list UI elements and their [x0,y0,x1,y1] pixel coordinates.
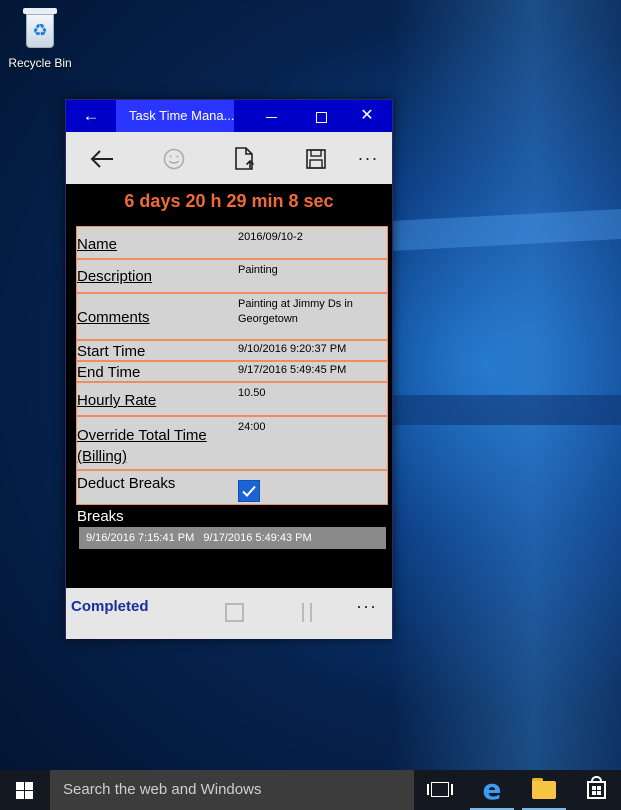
store-taskbar-button[interactable] [570,770,621,810]
save-button[interactable] [292,132,340,184]
recycle-bin-label: Recycle Bin [8,56,72,70]
deduct-breaks-label: Deduct Breaks [77,475,176,492]
windows-logo-icon [16,782,33,799]
wallpaper-light-beam [390,208,621,252]
window-title: Task Time Mana... [116,100,234,132]
app-window: ← Task Time Mana... ✕ ··· 6 days 20 h 29… [65,99,393,639]
complete-checkbox-button[interactable] [225,603,244,622]
upload-button[interactable] [221,132,269,184]
field-row-hourly-rate: Hourly Rate 10.50 [77,383,387,417]
hourly-rate-label[interactable]: Hourly Rate [77,392,156,409]
start-button[interactable] [0,770,50,810]
field-row-description: Description Painting [77,260,387,294]
field-row-start-time: Start Time 9/10/2016 9:20:37 PM [77,341,387,362]
command-bar: ··· [66,132,392,184]
field-row-comments: Comments Painting at Jimmy Ds in Georget… [77,294,387,341]
taskbar-search-box[interactable]: Search the web and Windows [50,770,414,810]
arrow-left-icon: ← [82,106,100,125]
minimize-button[interactable] [246,100,296,132]
hourly-rate-value[interactable]: 10.50 [238,386,383,401]
wallpaper-shadow-band [390,395,621,425]
arrow-left-icon [90,150,113,168]
more-button[interactable]: ··· [344,132,392,184]
start-time-value[interactable]: 9/10/2016 9:20:37 PM [238,342,383,357]
break-start: 9/16/2016 7:15:41 PM [86,532,195,544]
back-button[interactable] [78,132,126,184]
smile-button[interactable] [150,132,198,184]
more-icon: ··· [356,596,377,616]
end-time-label: End Time [77,364,141,381]
comments-label[interactable]: Comments [77,309,150,326]
maximize-button[interactable] [296,100,346,132]
task-form: Name 2016/09/10-2 Description Painting C… [76,226,388,505]
field-row-name: Name 2016/09/10-2 [77,227,387,260]
comments-value[interactable]: Painting at Jimmy Ds in Georgetown [238,297,383,327]
field-row-deduct-breaks: Deduct Breaks [77,471,387,505]
wallpaper-light-beam [390,0,621,770]
title-bar: ← Task Time Mana... ✕ [66,100,392,132]
name-value[interactable]: 2016/09/10-2 [238,230,383,245]
save-icon [306,149,326,169]
maximize-icon [315,111,327,123]
smile-icon [163,148,185,170]
override-total-time-value[interactable]: 24:00 [238,420,383,435]
pause-button[interactable] [302,603,312,622]
status-label: Completed [71,598,149,615]
start-time-label: Start Time [77,343,146,360]
minimize-icon [265,116,277,118]
deduct-breaks-checkbox[interactable] [238,480,260,502]
taskbar: Search the web and Windows e [0,770,621,810]
title-back-button[interactable]: ← [66,100,116,132]
bottom-app-bar: Completed ··· [66,588,392,639]
more-icon: ··· [357,148,379,168]
edge-taskbar-button[interactable]: e [466,770,518,810]
task-view-button[interactable] [414,770,466,810]
recycle-bin-icon: ♻ [22,6,58,50]
description-label[interactable]: Description [77,268,152,285]
upload-file-icon [235,147,255,170]
close-icon: ✕ [360,107,374,124]
field-row-override-total-time: Override Total Time (Billing) 24:00 [77,417,387,471]
description-value[interactable]: Painting [238,263,383,278]
break-list-item[interactable]: 9/16/2016 7:15:41 PM 9/17/2016 5:49:43 P… [79,527,386,549]
edge-browser-icon: e [482,773,502,806]
checkmark-icon [242,485,256,497]
field-row-end-time: End Time 9/17/2016 5:49:45 PM [77,362,387,383]
break-end: 9/17/2016 5:49:43 PM [203,532,312,544]
close-button[interactable]: ✕ [342,100,392,132]
name-label[interactable]: Name [77,236,117,253]
elapsed-timer: 6 days 20 h 29 min 8 sec [124,191,334,211]
file-explorer-taskbar-button[interactable] [518,770,570,810]
override-total-time-label[interactable]: Override Total Time (Billing) [77,425,227,467]
breaks-title: Breaks [77,508,124,525]
desktop-icon-recycle-bin[interactable]: ♻ Recycle Bin [4,6,76,70]
end-time-value[interactable]: 9/17/2016 5:49:45 PM [238,363,383,378]
bottom-more-button[interactable]: ··· [356,596,377,617]
